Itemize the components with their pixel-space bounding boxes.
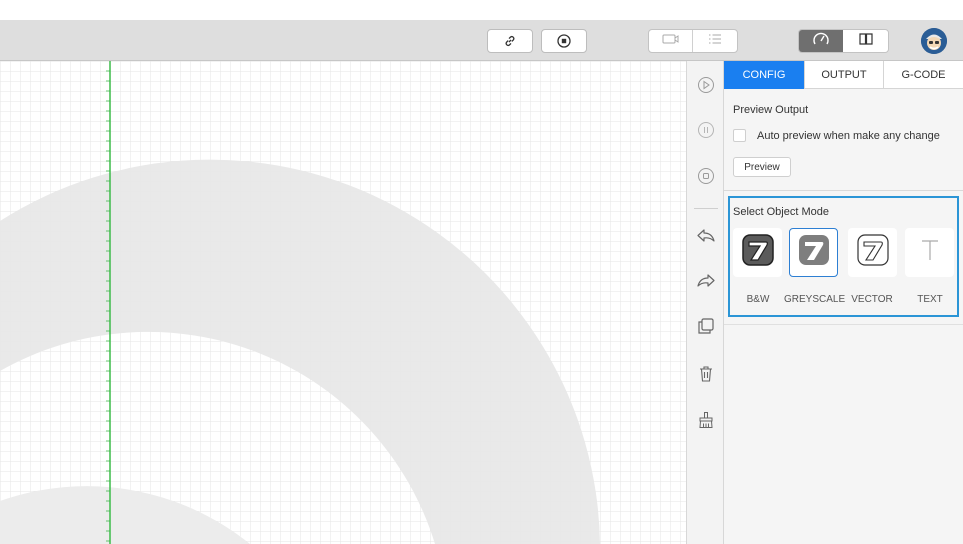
bw-mode-icon [741, 233, 775, 272]
tab-gcode[interactable]: G-CODE [883, 61, 963, 89]
speedometer-icon [812, 31, 830, 52]
trash-icon [698, 365, 714, 388]
user-avatar[interactable] [921, 28, 947, 54]
mode-bw-label: B&W [746, 294, 770, 305]
book-icon [858, 32, 874, 51]
tool-divider [694, 208, 718, 209]
redo-icon [696, 272, 716, 295]
link-button[interactable] [487, 29, 533, 53]
mode-vector-label: VECTOR [851, 294, 893, 305]
delete-button[interactable] [694, 364, 718, 388]
top-toolbar [0, 20, 963, 61]
camera-view-button[interactable] [649, 30, 694, 52]
select-object-mode-label: Select Object Mode [733, 206, 829, 218]
vector-mode-icon [856, 233, 890, 272]
play-icon [697, 76, 715, 99]
record-stop-icon [557, 34, 571, 48]
mode-vector-button[interactable] [848, 228, 897, 277]
text-mode-icon [915, 235, 945, 270]
guide-book-button[interactable] [843, 30, 888, 52]
camera-icon [662, 32, 680, 50]
link-icon [503, 34, 517, 48]
clear-brush-icon [697, 411, 715, 434]
auto-preview-checkbox[interactable] [733, 129, 746, 142]
tab-output[interactable]: OUTPUT [804, 61, 883, 89]
preview-output-label: Preview Output [733, 104, 809, 116]
run-button[interactable] [694, 75, 718, 99]
record-button[interactable] [541, 29, 587, 53]
pause-button[interactable] [694, 120, 718, 144]
tool-column [686, 61, 724, 544]
right-panel: CONFIG OUTPUT G-CODE Preview Output Auto… [724, 61, 963, 544]
panel-tabs: CONFIG OUTPUT G-CODE [724, 61, 963, 89]
tab-config[interactable]: CONFIG [724, 61, 804, 89]
speed-mode-button[interactable] [799, 30, 844, 52]
mode-text-button[interactable] [905, 228, 954, 277]
object-mode-section: Select Object Mode B&W GREYSCALE VECTOR … [728, 196, 959, 317]
panel-empty-area [724, 324, 963, 544]
clear-canvas-button[interactable] [694, 410, 718, 434]
list-view-button[interactable] [693, 30, 737, 52]
redo-button[interactable] [694, 271, 718, 295]
view-toggle [648, 29, 738, 53]
stop-button[interactable] [694, 166, 718, 190]
list-icon [708, 32, 722, 50]
mode-bw-button[interactable] [733, 228, 782, 277]
undo-icon [696, 227, 716, 250]
mode-text-label: TEXT [917, 294, 943, 305]
design-canvas[interactable] [0, 61, 686, 544]
auto-preview-label: Auto preview when make any change [757, 130, 940, 142]
mode-greyscale-button[interactable] [789, 228, 838, 277]
duplicate-icon [697, 317, 715, 340]
mode-toggle [798, 29, 889, 53]
greyscale-mode-icon [797, 233, 831, 272]
mode-greyscale-label: GREYSCALE [784, 294, 846, 305]
undo-button[interactable] [694, 226, 718, 250]
window-top-strip [0, 0, 963, 20]
preview-button[interactable]: Preview [733, 157, 791, 177]
duplicate-button[interactable] [694, 316, 718, 340]
pause-icon [697, 121, 715, 144]
stop-icon [697, 167, 715, 190]
